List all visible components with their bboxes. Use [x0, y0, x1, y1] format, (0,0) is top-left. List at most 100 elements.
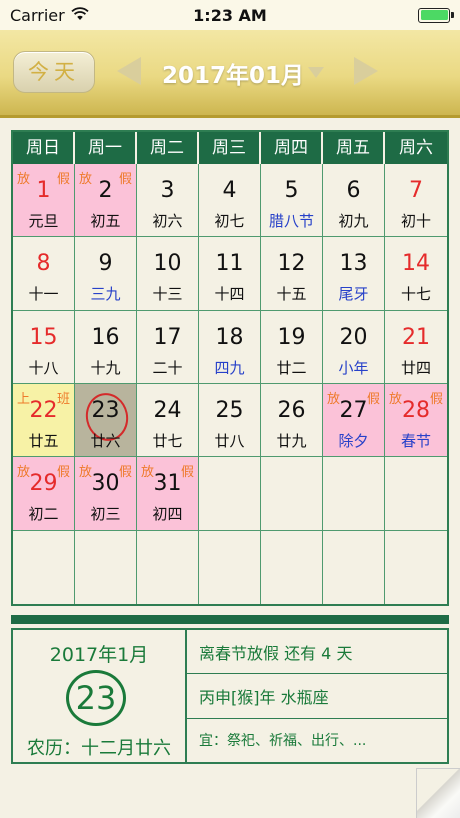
month-title[interactable]: 2017年01月: [162, 56, 304, 90]
lunar-label: 初六: [152, 212, 183, 230]
day-number: 28: [402, 398, 430, 423]
day-cell[interactable]: 4 初七: [199, 164, 261, 238]
day-cell[interactable]: 18 四九: [199, 310, 261, 384]
day-cell[interactable]: 3 初六: [137, 164, 199, 238]
day-number: 5: [284, 178, 299, 203]
lunar-label: 十九: [90, 358, 121, 377]
day-number: 16: [91, 324, 120, 350]
day-cell[interactable]: 10 十三: [137, 237, 199, 311]
lunar-label: 初四: [152, 505, 183, 524]
day-cell[interactable]: 11 十四: [199, 237, 261, 311]
day-cell[interactable]: 21 廿四: [385, 311, 447, 384]
previous-month-icon[interactable]: [117, 57, 141, 85]
empty-cell: [13, 530, 75, 604]
month-dropdown-icon[interactable]: [308, 67, 324, 78]
zodiac-info: 丙申[猴]年 水瓶座: [187, 674, 447, 719]
battery-icon: [418, 7, 454, 23]
lunar-label: 十一: [28, 285, 59, 304]
empty-cell: [261, 530, 323, 604]
day-number: 19: [277, 324, 306, 350]
day-cell[interactable]: 8 十一: [13, 237, 75, 311]
day-number: 24: [153, 398, 182, 423]
day-cell[interactable]: 5 腊八节: [261, 164, 323, 238]
day-info-panel: 2017年1月 23 农历：十二月廿六 离春节放假 还有 4 天 丙申[猴]年 …: [11, 628, 449, 764]
carrier-label: Carrier: [10, 5, 65, 25]
day-cell[interactable]: 19 廿二: [261, 310, 323, 384]
lunar-label: 四九: [214, 358, 245, 377]
weekday-label: 周四: [261, 132, 323, 164]
today-button[interactable]: 今天: [13, 51, 95, 93]
day-grid: 放假 1 元旦放假 2 初五 3 初六 4 初七 5 腊八节 6 初九 7 初十 8 十一 9 三九 10 十三 11 十四…: [13, 164, 447, 604]
day-cell[interactable]: 放假 2 初五: [75, 164, 137, 238]
lunar-label: 三九: [90, 285, 121, 304]
day-number: 25: [215, 398, 244, 423]
lunar-label: 十三: [152, 285, 183, 304]
lunar-label: 廿九: [276, 432, 307, 450]
day-cell[interactable]: 17 二十: [137, 310, 199, 384]
empty-cell: [385, 531, 447, 604]
page-curl-icon[interactable]: [416, 768, 460, 818]
weekday-header: 周日 周一 周二 周三 周四 周五 周六: [13, 132, 447, 164]
day-cell[interactable]: 20 小年: [323, 310, 385, 384]
day-cell[interactable]: 放假 28 春节: [385, 384, 447, 458]
day-number: 21: [402, 324, 430, 350]
lunar-label: 廿八: [214, 432, 245, 450]
lunar-label: 二十: [152, 358, 183, 377]
day-cell[interactable]: 7 初十: [385, 164, 447, 238]
lunar-label: 廿五: [28, 432, 59, 450]
day-number: 9: [98, 251, 113, 277]
day-number: 10: [153, 251, 182, 277]
day-cell[interactable]: 16 十九: [75, 310, 137, 384]
info-day-number: 23: [66, 670, 126, 726]
day-number: 26: [277, 398, 306, 423]
day-cell[interactable]: 23 廿六: [75, 384, 137, 458]
lunar-label: 春节: [400, 432, 431, 450]
day-cell[interactable]: 放假 1 元旦: [13, 164, 75, 238]
day-number: 8: [36, 251, 51, 277]
day-number: 7: [409, 178, 423, 203]
lunar-label: 廿六: [90, 432, 121, 450]
day-cell[interactable]: 放假 27 除夕: [323, 384, 385, 458]
empty-cell: [261, 457, 323, 531]
empty-cell: [137, 530, 199, 604]
day-cell[interactable]: 放假 29 初二: [13, 457, 75, 531]
day-cell[interactable]: 13 尾牙: [323, 237, 385, 311]
lunar-label: 初三: [90, 505, 121, 524]
day-number: 4: [222, 178, 237, 203]
day-number: 1: [36, 178, 51, 203]
day-cell[interactable]: 14 十七: [385, 237, 447, 311]
empty-cell: [323, 530, 385, 604]
lunar-label: 初五: [90, 212, 121, 230]
empty-cell: [199, 457, 261, 531]
lunar-label: 廿七: [152, 432, 183, 450]
navigation-bar: 今天 2017年01月: [0, 30, 460, 118]
empty-cell: [385, 457, 447, 531]
day-cell[interactable]: 12 十五: [261, 237, 323, 311]
lunar-label: 除夕: [338, 432, 369, 450]
day-number: 30: [91, 471, 120, 497]
day-cell[interactable]: 15 十八: [13, 310, 75, 384]
day-number: 17: [153, 324, 182, 350]
lunar-label: 初十: [400, 212, 431, 230]
info-lunar-date: 农历：十二月廿六: [27, 738, 171, 759]
day-cell[interactable]: 9 三九: [75, 237, 137, 311]
day-number: 31: [153, 471, 182, 497]
lunar-label: 尾牙: [338, 285, 369, 304]
day-number: 12: [277, 251, 306, 277]
day-cell[interactable]: 6 初九: [323, 164, 385, 238]
lunar-label: 十七: [400, 285, 431, 304]
empty-cell: [75, 530, 137, 604]
lunar-label: 初七: [214, 212, 245, 230]
day-cell[interactable]: 25 廿八: [199, 384, 261, 458]
day-cell[interactable]: 上班 22 廿五: [13, 384, 75, 458]
day-number: 11: [215, 251, 244, 277]
day-number: 20: [339, 324, 368, 350]
day-cell[interactable]: 放假 30 初三: [75, 457, 137, 531]
next-month-icon[interactable]: [354, 57, 378, 85]
day-cell[interactable]: 24 廿七: [137, 384, 199, 458]
almanac-suitable[interactable]: 宜：祭祀、祈福、出行、...: [187, 719, 447, 762]
divider: [11, 615, 449, 624]
day-cell[interactable]: 26 廿九: [261, 384, 323, 458]
lunar-label: 小年: [338, 358, 369, 377]
day-cell[interactable]: 放假 31 初四: [137, 457, 199, 531]
